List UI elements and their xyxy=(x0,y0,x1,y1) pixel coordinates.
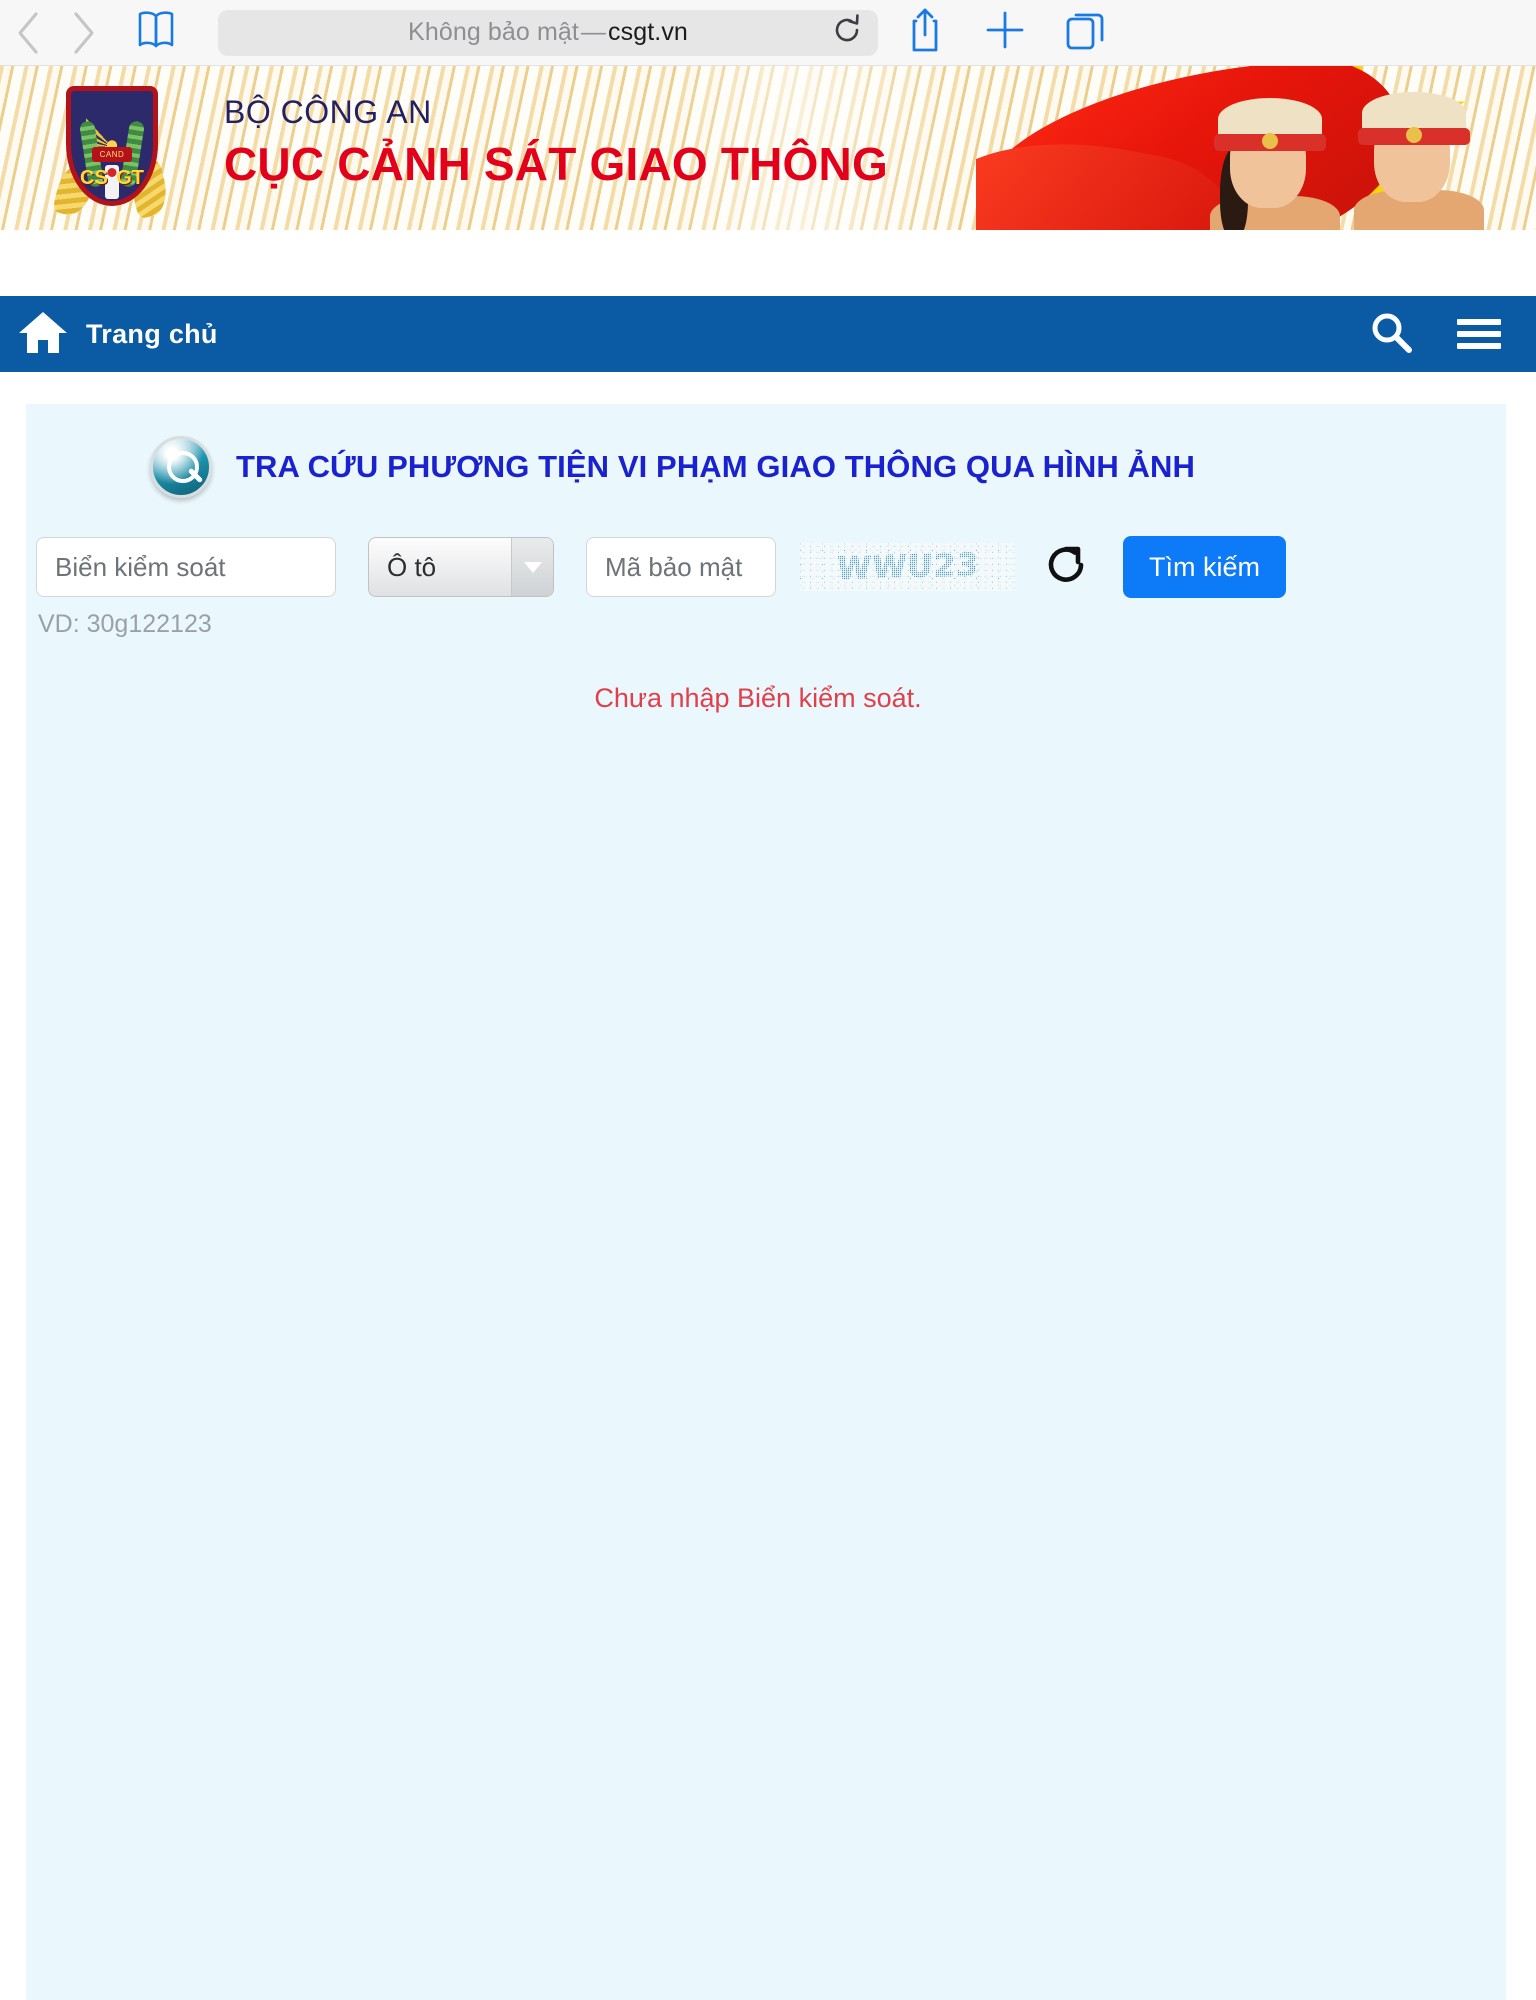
forward-button[interactable] xyxy=(56,5,112,61)
show-tabs-button[interactable] xyxy=(1062,10,1108,56)
browser-actions xyxy=(902,7,1108,58)
address-separator: — xyxy=(580,18,607,46)
back-button[interactable] xyxy=(0,5,56,61)
refresh-captcha-icon xyxy=(1041,538,1095,597)
csgt-emblem-icon: CAND CS GT xyxy=(51,80,173,220)
site-banner: CAND CS GT BỘ CÔNG AN CỤC CẢNH SÁT GIAO … xyxy=(0,66,1536,230)
nav-home-label[interactable]: Trang chủ xyxy=(86,319,218,350)
magnifier-icon xyxy=(150,436,212,498)
address-host: csgt.vn xyxy=(608,18,688,46)
reload-icon xyxy=(830,13,864,52)
search-icon xyxy=(1368,309,1414,360)
nav-actions xyxy=(1366,309,1504,359)
lookup-title-row: TRA CỨU PHƯƠNG TIỆN VI PHẠM GIAO THÔNG Q… xyxy=(26,404,1506,498)
home-icon xyxy=(17,308,69,361)
plate-format-hint: VD: 30g122123 xyxy=(38,610,212,638)
vehicle-type-select[interactable]: Ô tô xyxy=(368,537,554,597)
banner-ministry-label: BỘ CÔNG AN xyxy=(224,94,432,130)
emblem-band-label: CAND xyxy=(92,147,132,162)
plus-icon xyxy=(984,9,1026,56)
browser-toolbar: Không bảo mật—csgt.vn xyxy=(0,0,1536,66)
officer-female-photo xyxy=(1210,96,1340,230)
vehicle-type-selected-label: Ô tô xyxy=(387,551,437,582)
tabs-icon xyxy=(1063,8,1107,57)
reload-button[interactable] xyxy=(830,13,864,52)
new-tab-button[interactable] xyxy=(982,10,1028,56)
site-navigation-bar: Trang chủ xyxy=(0,296,1536,372)
refresh-captcha-button[interactable] xyxy=(1039,538,1097,596)
banner-photo xyxy=(976,66,1536,230)
security-status-label: Không bảo mật xyxy=(408,18,579,46)
address-bar-text: Không bảo mật—csgt.vn xyxy=(408,18,688,47)
share-icon xyxy=(904,7,946,58)
chevron-right-icon xyxy=(71,11,97,55)
lookup-form: Biển kiểm soát Ô tô Mã bảo mật WWU23 xyxy=(26,536,1506,598)
chevron-down-icon xyxy=(511,538,553,596)
lookup-panel: TRA CỨU PHƯƠNG TIỆN VI PHẠM GIAO THÔNG Q… xyxy=(26,404,1506,2000)
page-title: TRA CỨU PHƯƠNG TIỆN VI PHẠM GIAO THÔNG Q… xyxy=(236,449,1196,484)
captcha-image: WWU23 xyxy=(800,543,1015,591)
banner-titles: BỘ CÔNG AN CỤC CẢNH SÁT GIAO THÔNG xyxy=(224,94,888,191)
search-button[interactable]: Tìm kiếm xyxy=(1123,536,1286,598)
address-bar[interactable]: Không bảo mật—csgt.vn xyxy=(218,9,878,56)
share-button[interactable] xyxy=(902,7,948,58)
hamburger-menu-icon xyxy=(1457,319,1501,349)
banner-department-label: CỤC CẢNH SÁT GIAO THÔNG xyxy=(224,138,888,190)
nav-search-button[interactable] xyxy=(1366,309,1416,359)
officer-male-photo xyxy=(1354,90,1484,230)
validation-error-message: Chưa nhập Biển kiểm soát. xyxy=(594,683,922,713)
book-icon xyxy=(134,8,178,57)
nav-home-button[interactable] xyxy=(16,307,70,361)
plate-input-placeholder: Biển kiểm soát xyxy=(55,551,226,582)
bookmarks-button[interactable] xyxy=(126,5,186,61)
captcha-input-placeholder: Mã bảo mật xyxy=(605,551,743,582)
emblem-cs-label: CS xyxy=(80,167,108,189)
chevron-left-icon xyxy=(15,11,41,55)
captcha-input[interactable]: Mã bảo mật xyxy=(586,537,776,597)
plate-input[interactable]: Biển kiểm soát xyxy=(36,537,336,597)
nav-menu-button[interactable] xyxy=(1454,309,1504,359)
emblem-gt-label: GT xyxy=(116,167,144,189)
